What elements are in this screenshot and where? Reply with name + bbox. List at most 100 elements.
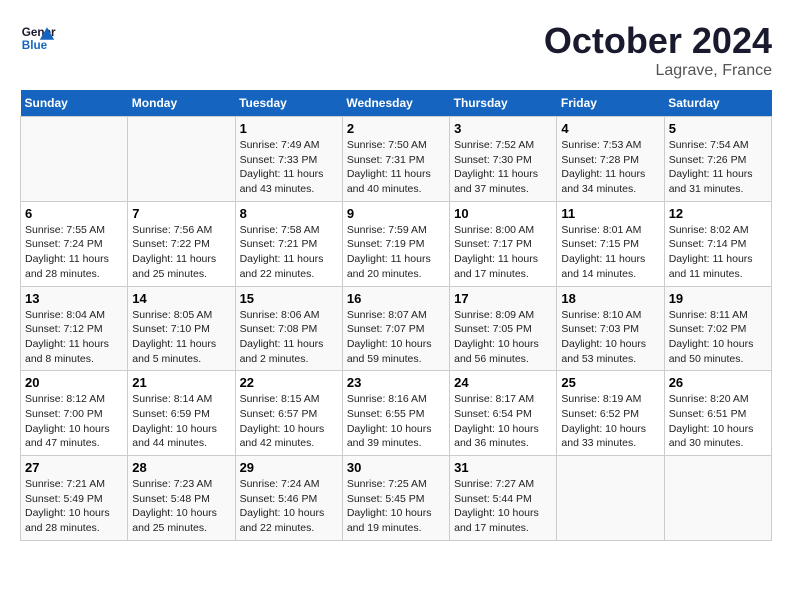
cell-info: Sunrise: 8:00 AMSunset: 7:17 PMDaylight:… xyxy=(454,223,552,282)
cell-info: Sunrise: 7:49 AMSunset: 7:33 PMDaylight:… xyxy=(240,138,338,197)
day-number: 23 xyxy=(347,375,445,390)
day-number: 13 xyxy=(25,291,123,306)
cell-info: Sunrise: 8:14 AMSunset: 6:59 PMDaylight:… xyxy=(132,392,230,451)
weekday-header: Wednesday xyxy=(342,90,449,117)
cell-info: Sunrise: 7:59 AMSunset: 7:19 PMDaylight:… xyxy=(347,223,445,282)
weekday-header: Friday xyxy=(557,90,664,117)
cell-info: Sunrise: 8:20 AMSunset: 6:51 PMDaylight:… xyxy=(669,392,767,451)
cell-info: Sunrise: 7:55 AMSunset: 7:24 PMDaylight:… xyxy=(25,223,123,282)
cell-info: Sunrise: 8:10 AMSunset: 7:03 PMDaylight:… xyxy=(561,308,659,367)
calendar-cell: 8 Sunrise: 7:58 AMSunset: 7:21 PMDaylight… xyxy=(235,201,342,286)
calendar-cell: 19 Sunrise: 8:11 AMSunset: 7:02 PMDayligh… xyxy=(664,286,771,371)
calendar-cell: 20 Sunrise: 8:12 AMSunset: 7:00 PMDayligh… xyxy=(21,371,128,456)
cell-info: Sunrise: 7:54 AMSunset: 7:26 PMDaylight:… xyxy=(669,138,767,197)
cell-info: Sunrise: 8:02 AMSunset: 7:14 PMDaylight:… xyxy=(669,223,767,282)
calendar-cell xyxy=(557,456,664,541)
calendar-cell: 14 Sunrise: 8:05 AMSunset: 7:10 PMDayligh… xyxy=(128,286,235,371)
day-number: 20 xyxy=(25,375,123,390)
calendar-table: SundayMondayTuesdayWednesdayThursdayFrid… xyxy=(20,90,772,541)
cell-info: Sunrise: 7:52 AMSunset: 7:30 PMDaylight:… xyxy=(454,138,552,197)
day-number: 15 xyxy=(240,291,338,306)
day-number: 6 xyxy=(25,206,123,221)
calendar-cell xyxy=(664,456,771,541)
calendar-cell: 29 Sunrise: 7:24 AMSunset: 5:46 PMDayligh… xyxy=(235,456,342,541)
calendar-cell: 6 Sunrise: 7:55 AMSunset: 7:24 PMDaylight… xyxy=(21,201,128,286)
cell-info: Sunrise: 8:19 AMSunset: 6:52 PMDaylight:… xyxy=(561,392,659,451)
day-number: 3 xyxy=(454,121,552,136)
cell-info: Sunrise: 7:24 AMSunset: 5:46 PMDaylight:… xyxy=(240,477,338,536)
weekday-header: Saturday xyxy=(664,90,771,117)
weekday-header-row: SundayMondayTuesdayWednesdayThursdayFrid… xyxy=(21,90,772,117)
calendar-cell: 11Sunrise: 8:01 AMSunset: 7:15 PMDayligh… xyxy=(557,201,664,286)
day-number: 2 xyxy=(347,121,445,136)
cell-info: Sunrise: 8:06 AMSunset: 7:08 PMDaylight:… xyxy=(240,308,338,367)
day-number: 7 xyxy=(132,206,230,221)
cell-info: Sunrise: 8:11 AMSunset: 7:02 PMDaylight:… xyxy=(669,308,767,367)
day-number: 9 xyxy=(347,206,445,221)
day-number: 22 xyxy=(240,375,338,390)
day-number: 21 xyxy=(132,375,230,390)
calendar-cell: 10 Sunrise: 8:00 AMSunset: 7:17 PMDayligh… xyxy=(450,201,557,286)
day-number: 26 xyxy=(669,375,767,390)
calendar-cell: 2 Sunrise: 7:50 AMSunset: 7:31 PMDaylight… xyxy=(342,117,449,202)
cell-info: Sunrise: 8:09 AMSunset: 7:05 PMDaylight:… xyxy=(454,308,552,367)
calendar-cell: 1 Sunrise: 7:49 AMSunset: 7:33 PMDaylight… xyxy=(235,117,342,202)
calendar-cell: 28 Sunrise: 7:23 AMSunset: 5:48 PMDayligh… xyxy=(128,456,235,541)
day-number: 27 xyxy=(25,460,123,475)
day-number: 19 xyxy=(669,291,767,306)
calendar-cell: 26 Sunrise: 8:20 AMSunset: 6:51 PMDayligh… xyxy=(664,371,771,456)
logo: General Blue xyxy=(20,20,56,56)
weekday-header: Sunday xyxy=(21,90,128,117)
day-number: 17 xyxy=(454,291,552,306)
cell-info: Sunrise: 8:17 AMSunset: 6:54 PMDaylight:… xyxy=(454,392,552,451)
calendar-cell: 5 Sunrise: 7:54 AMSunset: 7:26 PMDaylight… xyxy=(664,117,771,202)
cell-info: Sunrise: 7:27 AMSunset: 5:44 PMDaylight:… xyxy=(454,477,552,536)
cell-info: Sunrise: 7:58 AMSunset: 7:21 PMDaylight:… xyxy=(240,223,338,282)
cell-info: Sunrise: 8:12 AMSunset: 7:00 PMDaylight:… xyxy=(25,392,123,451)
weekday-header: Thursday xyxy=(450,90,557,117)
cell-info: Sunrise: 7:53 AMSunset: 7:28 PMDaylight:… xyxy=(561,138,659,197)
calendar-cell: 3 Sunrise: 7:52 AMSunset: 7:30 PMDaylight… xyxy=(450,117,557,202)
cell-info: Sunrise: 8:05 AMSunset: 7:10 PMDaylight:… xyxy=(132,308,230,367)
day-number: 16 xyxy=(347,291,445,306)
month-title: October 2024 xyxy=(544,20,772,62)
calendar-cell: 18 Sunrise: 8:10 AMSunset: 7:03 PMDayligh… xyxy=(557,286,664,371)
location: Lagrave, France xyxy=(544,62,772,80)
calendar-cell: 31Sunrise: 7:27 AMSunset: 5:44 PMDayligh… xyxy=(450,456,557,541)
calendar-cell: 12 Sunrise: 8:02 AMSunset: 7:14 PMDayligh… xyxy=(664,201,771,286)
calendar-cell: 30Sunrise: 7:25 AMSunset: 5:45 PMDayligh… xyxy=(342,456,449,541)
weekday-header: Monday xyxy=(128,90,235,117)
cell-info: Sunrise: 8:01 AMSunset: 7:15 PMDaylight:… xyxy=(561,223,659,282)
day-number: 8 xyxy=(240,206,338,221)
cell-info: Sunrise: 7:50 AMSunset: 7:31 PMDaylight:… xyxy=(347,138,445,197)
day-number: 29 xyxy=(240,460,338,475)
calendar-cell xyxy=(128,117,235,202)
cell-info: Sunrise: 8:04 AMSunset: 7:12 PMDaylight:… xyxy=(25,308,123,367)
calendar-cell: 16 Sunrise: 8:07 AMSunset: 7:07 PMDayligh… xyxy=(342,286,449,371)
calendar-cell: 15 Sunrise: 8:06 AMSunset: 7:08 PMDayligh… xyxy=(235,286,342,371)
calendar-cell xyxy=(21,117,128,202)
svg-text:Blue: Blue xyxy=(22,39,48,52)
calendar-cell: 7Sunrise: 7:56 AMSunset: 7:22 PMDaylight… xyxy=(128,201,235,286)
cell-info: Sunrise: 7:23 AMSunset: 5:48 PMDaylight:… xyxy=(132,477,230,536)
day-number: 24 xyxy=(454,375,552,390)
day-number: 14 xyxy=(132,291,230,306)
day-number: 12 xyxy=(669,206,767,221)
calendar-cell: 25Sunrise: 8:19 AMSunset: 6:52 PMDayligh… xyxy=(557,371,664,456)
cell-info: Sunrise: 7:25 AMSunset: 5:45 PMDaylight:… xyxy=(347,477,445,536)
day-number: 10 xyxy=(454,206,552,221)
calendar-cell: 22 Sunrise: 8:15 AMSunset: 6:57 PMDayligh… xyxy=(235,371,342,456)
day-number: 5 xyxy=(669,121,767,136)
calendar-cell: 21 Sunrise: 8:14 AMSunset: 6:59 PMDayligh… xyxy=(128,371,235,456)
weekday-header: Tuesday xyxy=(235,90,342,117)
calendar-cell: 9 Sunrise: 7:59 AMSunset: 7:19 PMDaylight… xyxy=(342,201,449,286)
day-number: 18 xyxy=(561,291,659,306)
day-number: 1 xyxy=(240,121,338,136)
day-number: 28 xyxy=(132,460,230,475)
cell-info: Sunrise: 8:15 AMSunset: 6:57 PMDaylight:… xyxy=(240,392,338,451)
cell-info: Sunrise: 8:07 AMSunset: 7:07 PMDaylight:… xyxy=(347,308,445,367)
calendar-week-row: 1 Sunrise: 7:49 AMSunset: 7:33 PMDaylight… xyxy=(21,117,772,202)
title-block: October 2024 Lagrave, France xyxy=(544,20,772,80)
calendar-week-row: 20 Sunrise: 8:12 AMSunset: 7:00 PMDayligh… xyxy=(21,371,772,456)
cell-info: Sunrise: 8:16 AMSunset: 6:55 PMDaylight:… xyxy=(347,392,445,451)
